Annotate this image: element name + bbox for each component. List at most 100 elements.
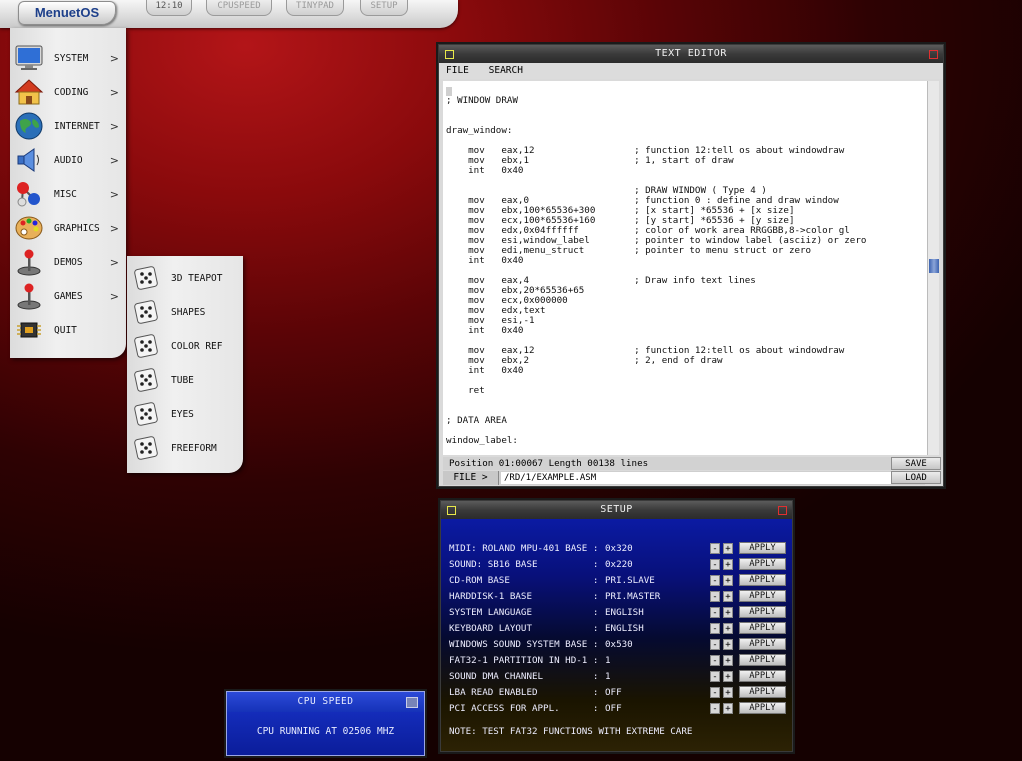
speaker-icon: [12, 145, 46, 175]
file-button[interactable]: FILE >: [443, 471, 499, 485]
setup-row-name: FAT32-1 PARTITION IN HD-1 :: [449, 655, 599, 666]
close-icon[interactable]: [929, 50, 938, 59]
decrement-button[interactable]: -: [710, 623, 720, 634]
menu-file[interactable]: FILE: [446, 65, 469, 76]
window-titlebar[interactable]: TEXT EDITOR: [439, 45, 943, 63]
close-icon[interactable]: [778, 506, 787, 515]
decrement-button[interactable]: -: [710, 559, 720, 570]
menu-item-system[interactable]: SYSTEM >: [10, 41, 126, 75]
increment-button[interactable]: +: [723, 655, 733, 666]
setup-row-name: SOUND: SB16 BASE :: [449, 559, 599, 570]
menu-item-demos[interactable]: DEMOS >: [10, 245, 126, 279]
code-area[interactable]: ; WINDOW DRAW draw_window: mov eax,12 ; …: [443, 81, 929, 455]
increment-button[interactable]: +: [723, 687, 733, 698]
submenu-item-tube[interactable]: TUBE: [127, 363, 243, 397]
menu-item-internet[interactable]: INTERNET >: [10, 109, 126, 143]
submenu-item-color-ref[interactable]: COLOR REF: [127, 329, 243, 363]
decrement-button[interactable]: -: [710, 543, 720, 554]
taskbar-button-setup[interactable]: SETUP: [360, 0, 408, 16]
file-path-input[interactable]: /RD/1/EXAMPLE.ASM: [501, 472, 891, 484]
decrement-button[interactable]: -: [710, 703, 720, 714]
setup-row-name: SOUND DMA CHANNEL :: [449, 671, 599, 682]
menuetos-logo-button[interactable]: MenuetOS: [18, 1, 116, 25]
submenu-item-3d-teapot[interactable]: 3D TEAPOT: [127, 261, 243, 295]
window-titlebar[interactable]: SETUP: [441, 501, 792, 519]
apply-button[interactable]: APPLY: [739, 590, 786, 602]
decrement-button[interactable]: -: [710, 671, 720, 682]
submenu-item-label: COLOR REF: [171, 340, 223, 352]
apply-button[interactable]: APPLY: [739, 654, 786, 666]
setup-row-name: WINDOWS SOUND SYSTEM BASE :: [449, 639, 599, 650]
scrollbar-thumb[interactable]: [929, 259, 939, 273]
menu-item-label: QUIT: [54, 324, 77, 336]
apply-button[interactable]: APPLY: [739, 638, 786, 650]
increment-button[interactable]: +: [723, 623, 733, 634]
submenu-item-shapes[interactable]: SHAPES: [127, 295, 243, 329]
chip-icon: [12, 315, 46, 345]
close-icon[interactable]: [406, 697, 418, 708]
menu-item-games[interactable]: GAMES >: [10, 279, 126, 313]
menu-item-audio[interactable]: AUDIO >: [10, 143, 126, 177]
load-button[interactable]: LOAD: [891, 471, 941, 484]
dice-icon: [129, 365, 163, 395]
decrement-button[interactable]: -: [710, 607, 720, 618]
vertical-scrollbar[interactable]: [927, 81, 939, 455]
apply-button[interactable]: APPLY: [739, 542, 786, 554]
menu-item-graphics[interactable]: GRAPHICS >: [10, 211, 126, 245]
house-icon: [12, 77, 46, 107]
minimize-icon[interactable]: [445, 50, 454, 59]
submenu-item-freeform[interactable]: FREEFORM: [127, 431, 243, 465]
decrement-button[interactable]: -: [710, 591, 720, 602]
decrement-button[interactable]: -: [710, 575, 720, 586]
decrement-button[interactable]: -: [710, 639, 720, 650]
increment-button[interactable]: +: [723, 639, 733, 650]
increment-button[interactable]: +: [723, 591, 733, 602]
increment-button[interactable]: +: [723, 607, 733, 618]
decrement-button[interactable]: -: [710, 687, 720, 698]
setup-row: SOUND DMA CHANNEL : 1 - + APPLY: [449, 669, 787, 684]
apply-button[interactable]: APPLY: [739, 686, 786, 698]
apply-button[interactable]: APPLY: [739, 558, 786, 570]
window-titlebar[interactable]: CPU SPEED: [227, 692, 424, 712]
submenu-item-eyes[interactable]: EYES: [127, 397, 243, 431]
setup-window: SETUP MIDI: ROLAND MPU-401 BASE :0x320- +…: [440, 500, 793, 752]
setup-row: LBA READ ENABLED : OFF - + APPLY: [449, 685, 787, 700]
window-title: SETUP: [600, 504, 633, 515]
menu-item-misc[interactable]: MISC >: [10, 177, 126, 211]
increment-button[interactable]: +: [723, 671, 733, 682]
save-button[interactable]: SAVE: [891, 457, 941, 470]
monitor-icon: [12, 43, 46, 73]
submenu-item-label: EYES: [171, 408, 194, 420]
menu-item-label: MISC: [54, 188, 77, 200]
setup-row-name: MIDI: ROLAND MPU-401 BASE :: [449, 543, 599, 554]
increment-button[interactable]: +: [723, 559, 733, 570]
setup-note: NOTE: TEST FAT32 FUNCTIONS WITH EXTREME …: [449, 726, 693, 737]
submenu-arrow-icon: >: [109, 119, 119, 133]
menu-item-coding[interactable]: CODING >: [10, 75, 126, 109]
menu-search[interactable]: SEARCH: [489, 65, 523, 76]
setup-row-value: OFF: [605, 703, 622, 714]
setup-row: SOUND: SB16 BASE : 0x220 - + APPLY: [449, 557, 787, 572]
text-editor-window: TEXT EDITOR FILE SEARCH ; WINDOW DRAW dr…: [438, 44, 944, 487]
increment-button[interactable]: +: [723, 575, 733, 586]
status-bar: Position 01:00067 Length 00138 lines: [443, 457, 925, 470]
submenu-item-label: TUBE: [171, 374, 194, 386]
menu-item-quit[interactable]: QUIT: [10, 313, 126, 347]
increment-button[interactable]: +: [723, 703, 733, 714]
minimize-icon[interactable]: [447, 506, 456, 515]
apply-button[interactable]: APPLY: [739, 606, 786, 618]
setup-row-name: SYSTEM LANGUAGE :: [449, 607, 599, 618]
submenu-arrow-icon: >: [109, 221, 119, 235]
decrement-button[interactable]: -: [710, 655, 720, 666]
apply-button[interactable]: APPLY: [739, 670, 786, 682]
taskbar-button-tinypad[interactable]: TINYPAD: [286, 0, 344, 16]
code-text: ; WINDOW DRAW draw_window: mov eax,12 ; …: [446, 95, 867, 446]
apply-button[interactable]: APPLY: [739, 702, 786, 714]
taskbar-button-cpuspeed[interactable]: CPUSPEED: [206, 0, 272, 16]
submenu-item-label: 3D TEAPOT: [171, 272, 223, 284]
submenu-arrow-icon: >: [109, 85, 119, 99]
molecule-icon: [12, 179, 46, 209]
apply-button[interactable]: APPLY: [739, 574, 786, 586]
apply-button[interactable]: APPLY: [739, 622, 786, 634]
increment-button[interactable]: +: [723, 543, 733, 554]
